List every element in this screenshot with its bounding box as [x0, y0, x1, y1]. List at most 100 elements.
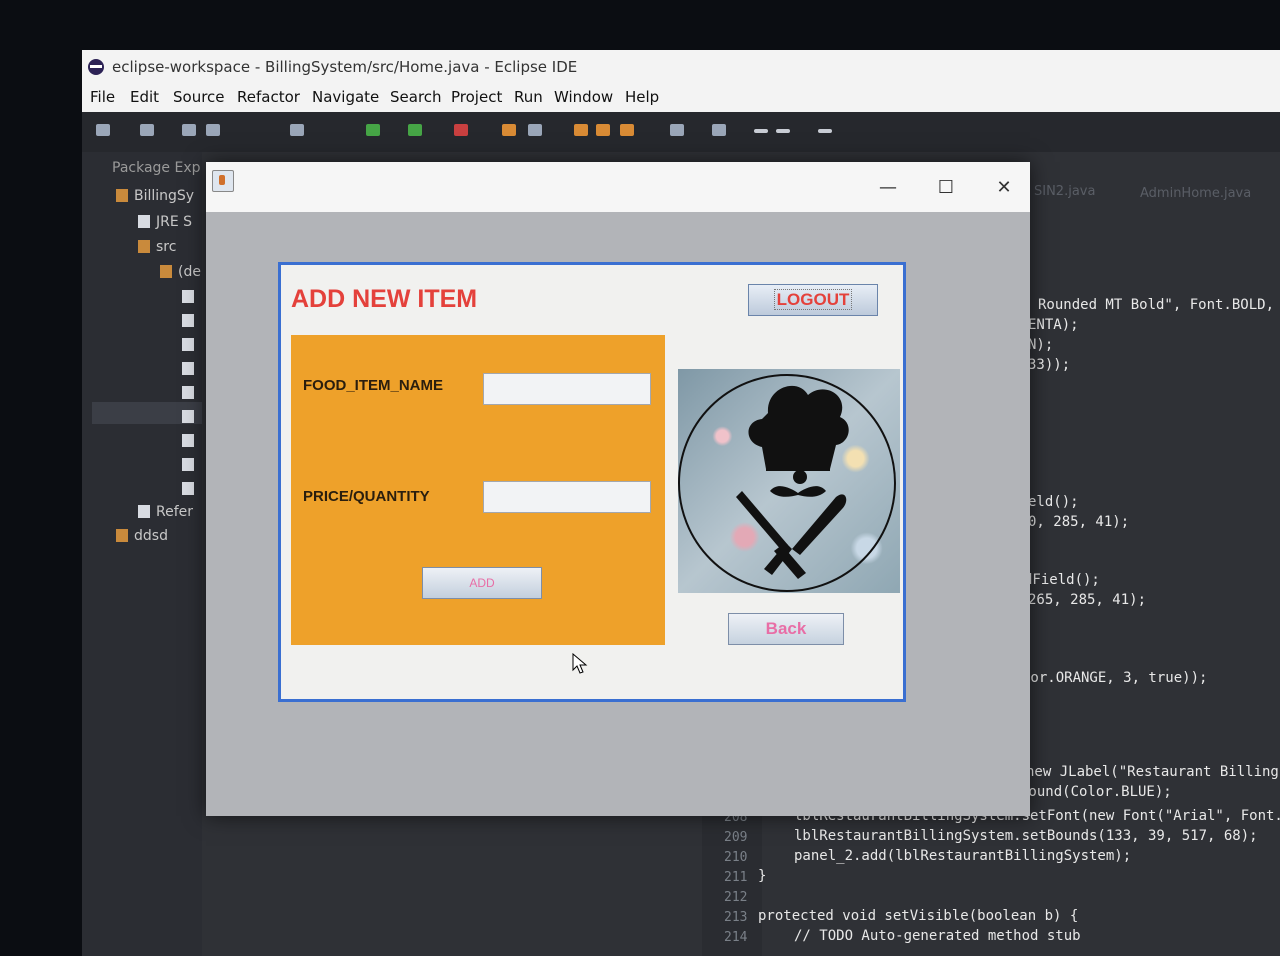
tree-item-billingsystem[interactable]: BillingSy: [116, 188, 194, 204]
price-quantity-input[interactable]: [483, 481, 651, 513]
code-fragment: 0, 285, 41);: [1028, 514, 1130, 530]
code-fragment: N);: [1028, 337, 1054, 353]
line-number: 213: [724, 910, 748, 925]
search-icon[interactable]: [670, 124, 684, 136]
task-icon[interactable]: [712, 124, 726, 136]
eclipse-title-bar: eclipse-workspace - BillingSystem/src/Ho…: [82, 50, 1280, 84]
code-fragment: Rounded MT Bold", Font.BOLD,: [1038, 297, 1275, 313]
food-item-name-label: FOOD_ITEM_NAME: [303, 377, 444, 394]
debug-icon[interactable]: [290, 124, 304, 136]
menu-window[interactable]: Window: [554, 88, 613, 106]
logout-button[interactable]: LOGOUT: [748, 284, 878, 316]
package-explorer: Package Exp BillingSy JRE S src (de Refe…: [82, 152, 202, 956]
menu-refactor[interactable]: Refactor: [237, 88, 300, 106]
back-button[interactable]: Back: [728, 613, 844, 645]
food-item-name-input[interactable]: [483, 373, 651, 405]
add-button[interactable]: ADD: [422, 567, 542, 599]
folder-icon: [138, 240, 150, 253]
eclipse-menu-bar: File Edit Source Refactor Navigate Searc…: [82, 84, 1280, 112]
code-fragment: ENTA);: [1028, 317, 1079, 333]
line-number: 214: [724, 930, 748, 945]
tree-file[interactable]: [182, 289, 200, 305]
editor-tab[interactable]: SIN2.java: [1034, 184, 1095, 199]
line-number: 212: [724, 890, 748, 905]
tree-file[interactable]: [182, 385, 200, 401]
tree-file[interactable]: [182, 337, 200, 353]
tree-file[interactable]: [182, 457, 200, 473]
new-project-icon[interactable]: [502, 124, 516, 136]
edit-icon[interactable]: [620, 124, 634, 136]
code-line: protected void setVisible(boolean b) {: [758, 908, 1079, 924]
menu-project[interactable]: Project: [451, 88, 502, 106]
code-fragment: round(Color.BLUE);: [1020, 784, 1172, 800]
code-fragment: 33));: [1028, 357, 1071, 373]
code-fragment: dField();: [1024, 572, 1100, 588]
tree-file[interactable]: [182, 409, 200, 425]
add-item-panel: ADD NEW ITEM LOGOUT FOOD_ITEM_NAME PRICE…: [278, 262, 906, 702]
menu-source[interactable]: Source: [173, 88, 225, 106]
mouse-cursor-icon: [572, 653, 588, 674]
menu-run[interactable]: Run: [514, 88, 543, 106]
window-title-bar[interactable]: — ☐ ✕: [206, 162, 1030, 212]
java-file-icon: [182, 338, 194, 351]
tree-item-default-package[interactable]: (de: [160, 264, 201, 280]
code-fragment: 265, 285, 41);: [1028, 592, 1147, 608]
project-icon: [116, 189, 128, 202]
print-icon[interactable]: [206, 124, 220, 136]
library-icon: [138, 215, 150, 228]
new-file-icon[interactable]: [96, 124, 110, 136]
line-number: 210: [724, 850, 748, 865]
code-line: }: [758, 868, 767, 884]
menu-edit[interactable]: Edit: [130, 88, 159, 106]
forward-arrow-icon[interactable]: [818, 129, 832, 133]
java-file-icon: [182, 290, 194, 303]
tree-item-referenced-libraries[interactable]: Refer: [138, 504, 193, 520]
eclipse-logo-icon: [88, 59, 104, 75]
library-icon: [138, 505, 150, 518]
price-quantity-label: PRICE/QUANTITY: [303, 488, 430, 505]
menu-help[interactable]: Help: [625, 88, 659, 106]
code-line: // TODO Auto-generated method stub: [794, 928, 1081, 944]
tree-item-jre[interactable]: JRE S: [138, 214, 192, 230]
maximize-button[interactable]: ☐: [926, 176, 966, 200]
minimize-button[interactable]: —: [868, 176, 908, 200]
close-button[interactable]: ✕: [984, 176, 1024, 200]
run-config-icon[interactable]: [408, 124, 422, 136]
java-file-icon: [182, 410, 194, 423]
open-type-icon[interactable]: [596, 124, 610, 136]
run-icon[interactable]: [366, 124, 380, 136]
tree-file[interactable]: [182, 433, 200, 449]
open-folder-icon[interactable]: [574, 124, 588, 136]
java-file-icon: [182, 482, 194, 495]
save-icon[interactable]: [140, 124, 154, 136]
chef-logo-image: [678, 369, 900, 593]
package-explorer-header: Package Exp: [112, 160, 201, 176]
eclipse-window-title: eclipse-workspace - BillingSystem/src/Ho…: [112, 58, 578, 76]
code-line: lblRestaurantBillingSystem.setBounds(133…: [794, 828, 1258, 844]
tree-file[interactable]: [182, 313, 200, 329]
stop-icon[interactable]: [454, 124, 468, 136]
java-file-icon: [182, 458, 194, 471]
tree-file[interactable]: [182, 481, 200, 497]
java-file-icon: [182, 314, 194, 327]
tree-item-ddsd[interactable]: ddsd: [116, 528, 168, 544]
item-form-panel: FOOD_ITEM_NAME PRICE/QUANTITY ADD: [291, 335, 665, 645]
code-fragment: eld();: [1028, 494, 1079, 510]
chef-icon: [678, 374, 896, 592]
back-arrow-icon[interactable]: [754, 129, 768, 133]
package-icon: [160, 265, 172, 278]
menu-navigate[interactable]: Navigate: [312, 88, 379, 106]
save-all-icon[interactable]: [182, 124, 196, 136]
editor-tab[interactable]: AdminHome.java: [1140, 186, 1251, 201]
menu-file[interactable]: File: [90, 88, 115, 106]
refresh-icon[interactable]: [528, 124, 542, 136]
tree-file[interactable]: [182, 361, 200, 377]
menu-search[interactable]: Search: [390, 88, 442, 106]
java-file-icon: [182, 434, 194, 447]
java-file-icon: [182, 362, 194, 375]
logout-label: LOGOUT: [773, 289, 853, 310]
page-title: ADD NEW ITEM: [291, 285, 478, 313]
code-fragment: new JLabel("Restaurant Billing: [1026, 764, 1279, 780]
tree-item-src[interactable]: src: [138, 239, 176, 255]
forward-history-icon[interactable]: [776, 129, 790, 133]
